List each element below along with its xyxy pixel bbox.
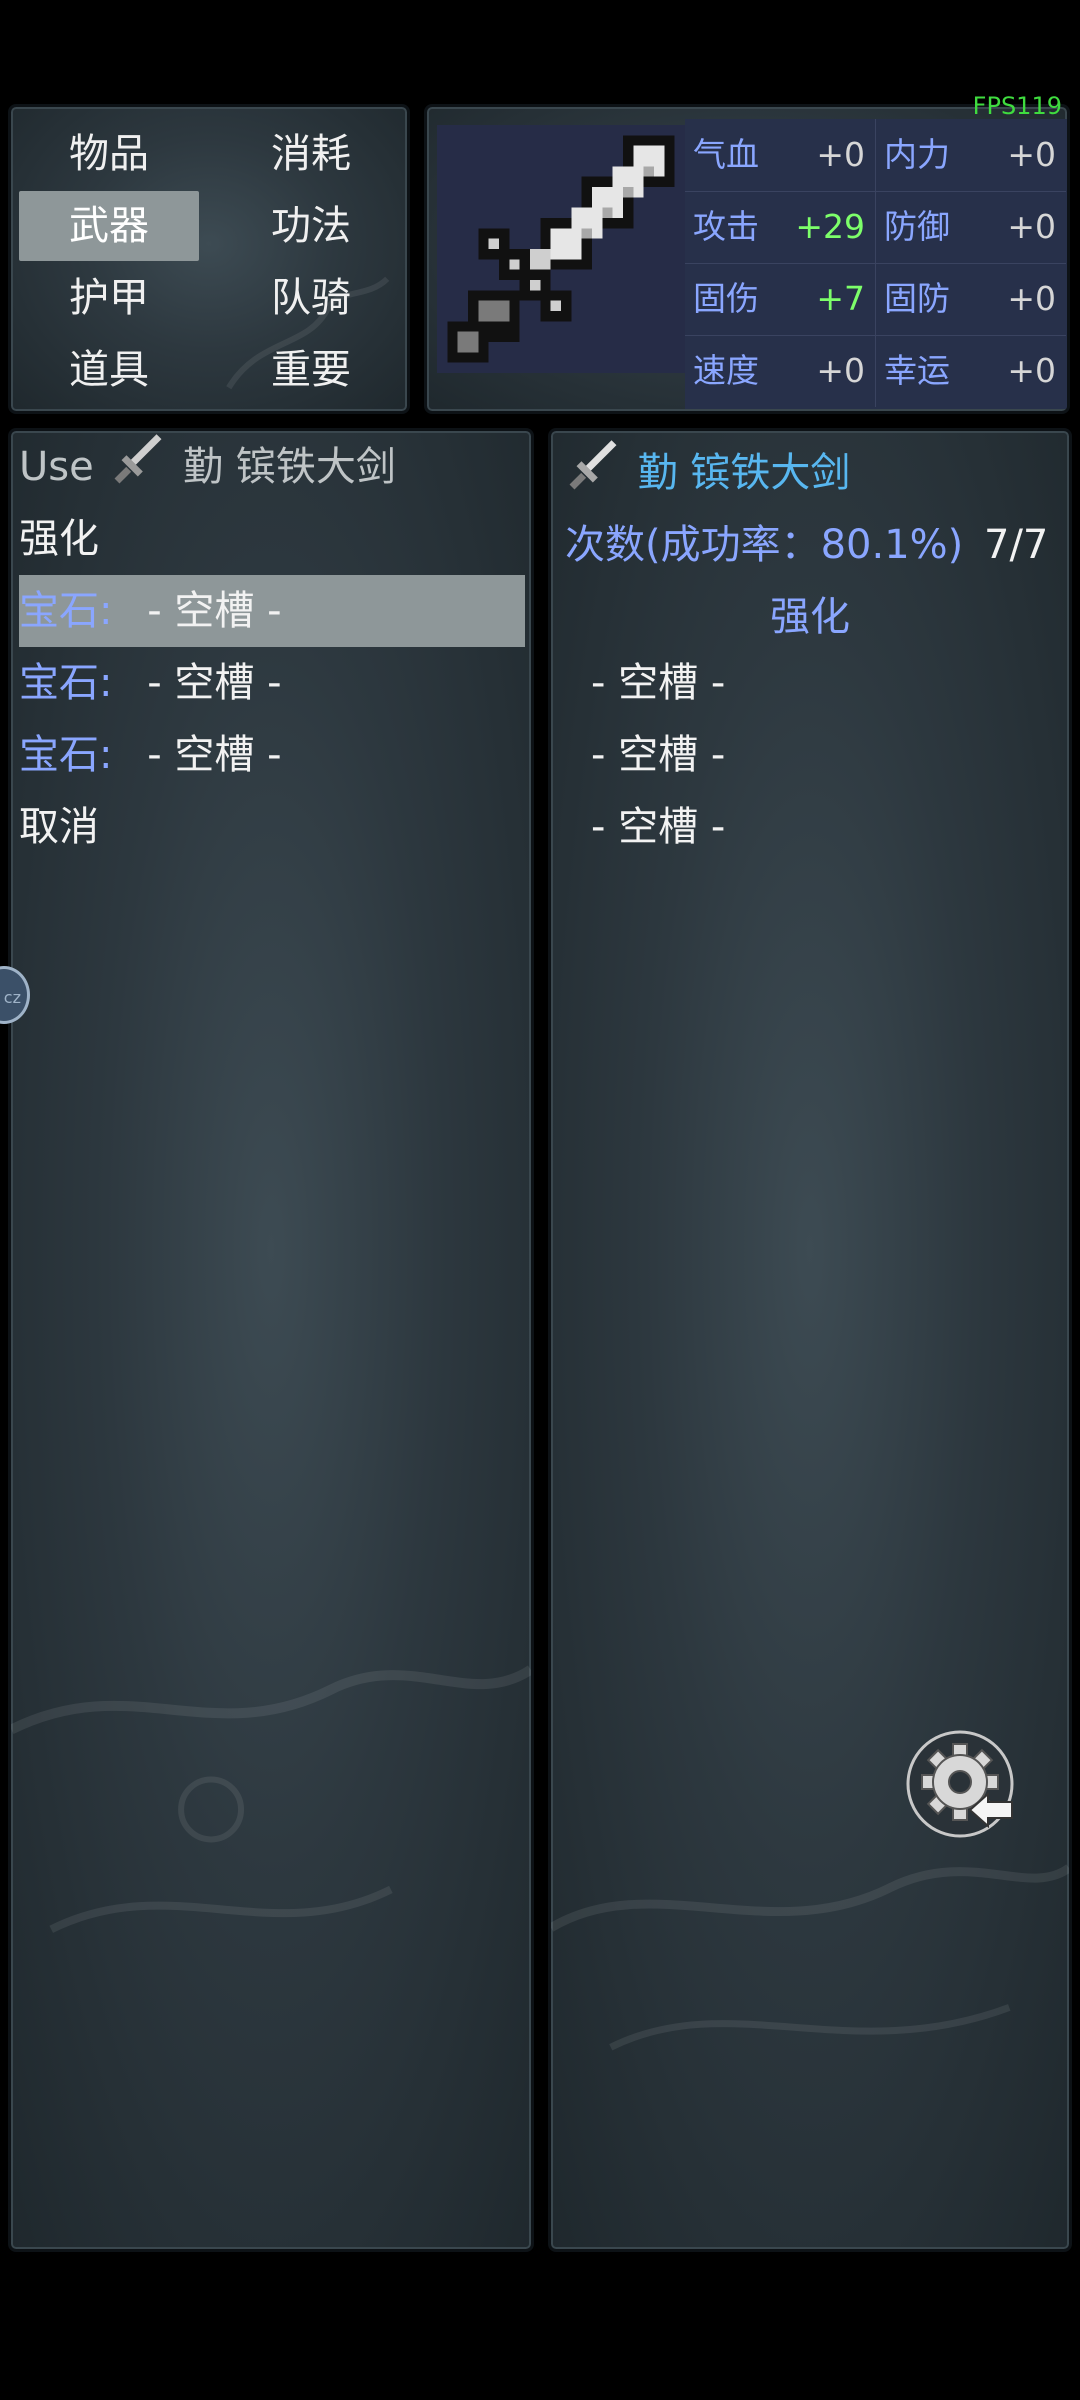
category-item[interactable]: 重要: [221, 335, 401, 405]
enhance-menu-panel: Use 勤 镔铁大剑 强化 宝石: - 空槽 - 宝石: - 空槽 - 宝石: …: [8, 428, 534, 2252]
stat-cell: 攻击 +29: [685, 191, 875, 264]
gem-slot-value: - 空槽 -: [147, 588, 282, 634]
sword-icon: [569, 440, 617, 490]
detail-section-title: 强化: [770, 594, 850, 640]
stat-label: 固伤: [693, 279, 759, 318]
category-item[interactable]: 功法: [221, 191, 401, 261]
stat-cell: 幸运 +0: [875, 335, 1066, 407]
item-detail-panel: 勤 镔铁大剑 次数(成功率：80.1%) 7/7 强化 - 空槽 - - 空槽 …: [548, 428, 1072, 2252]
stat-label: 攻击: [693, 207, 759, 246]
category-item[interactable]: 道具: [19, 335, 199, 405]
category-item[interactable]: 武器: [19, 191, 199, 261]
detail-item-name: 勤 镔铁大剑: [637, 450, 851, 496]
item-stats-panel: 气血 +0 内力 +0 攻击 +29 防御 +0 固伤 +7 固防 +0 速度 …: [424, 104, 1070, 414]
gem-slot-option[interactable]: 宝石: - 空槽 -: [19, 719, 282, 791]
category-label: 武器: [69, 203, 149, 249]
stat-cell: 内力 +0: [875, 119, 1066, 192]
category-label: 消耗: [271, 131, 351, 177]
stat-label: 内力: [884, 135, 950, 174]
stat-value: +0: [1007, 279, 1056, 318]
detail-slot: - 空槽 -: [591, 660, 726, 706]
category-item[interactable]: 消耗: [221, 119, 401, 189]
cancel-label: 取消: [19, 804, 99, 850]
floating-handle-label: cz: [3, 988, 21, 1007]
gem-label: 宝石:: [19, 660, 113, 706]
use-item-header: Use 勤 镔铁大剑: [19, 431, 396, 503]
sword-icon: [114, 434, 162, 484]
detail-item-title: 勤 镔铁大剑: [561, 437, 850, 509]
enhance-count-row: 次数(成功率：80.1%) 7/7: [565, 509, 1048, 581]
stat-value: +0: [816, 351, 865, 390]
use-item-name: 勤 镔铁大剑: [183, 444, 396, 490]
fps-counter: FPS119: [972, 92, 1062, 120]
category-label: 物品: [69, 131, 149, 177]
stat-label: 防御: [884, 207, 950, 246]
gem-slot-value: - 空槽 -: [147, 660, 282, 706]
enhance-label: 强化: [19, 516, 99, 562]
stat-cell: 速度 +0: [685, 335, 875, 407]
gem-slot-option[interactable]: 宝石: - 空槽 -: [19, 647, 282, 719]
gear-icon: [906, 1730, 1014, 1838]
stat-cell: 气血 +0: [685, 119, 875, 192]
stat-cell: 固防 +0: [875, 263, 1066, 336]
stat-label: 速度: [693, 351, 759, 390]
category-label: 护甲: [69, 275, 149, 321]
detail-slot: - 空槽 -: [591, 732, 726, 778]
stat-value: +0: [1007, 135, 1056, 174]
stat-label: 固防: [884, 279, 950, 318]
stat-label: 幸运: [884, 351, 950, 390]
sword-icon: [447, 135, 675, 363]
category-label: 队骑: [271, 275, 351, 321]
settings-button[interactable]: [900, 1728, 1026, 1846]
category-item[interactable]: 物品: [19, 119, 199, 189]
stat-value: +0: [1007, 207, 1056, 246]
weapon-preview: [437, 125, 685, 373]
category-item[interactable]: 护甲: [19, 263, 199, 333]
stat-value: +7: [816, 279, 865, 318]
use-label: Use: [19, 444, 94, 490]
stat-grid: 气血 +0 内力 +0 攻击 +29 防御 +0 固伤 +7 固防 +0 速度 …: [685, 119, 1067, 409]
stat-cell: 防御 +0: [875, 191, 1066, 264]
gem-slot-value: - 空槽 -: [147, 732, 282, 778]
stat-value: +29: [795, 207, 865, 246]
detail-slot: - 空槽 -: [591, 804, 726, 850]
category-label: 重要: [271, 347, 351, 393]
stat-value: +0: [816, 135, 865, 174]
stat-cell: 固伤 +7: [685, 263, 875, 336]
gem-slot-option[interactable]: 宝石: - 空槽 -: [19, 575, 525, 647]
stat-value: +0: [1007, 351, 1056, 390]
category-item[interactable]: 队骑: [221, 263, 401, 333]
enhance-count-label: 次数(成功率：80.1%): [565, 522, 964, 568]
gem-label: 宝石:: [19, 588, 113, 634]
gem-label: 宝石:: [19, 732, 113, 778]
stat-label: 气血: [693, 135, 759, 174]
enhance-option[interactable]: 强化: [19, 503, 99, 575]
enhance-count-value: 7/7: [984, 522, 1049, 568]
category-panel: 物品 消耗 武器 功法 护甲 队骑 道具 重要: [8, 104, 410, 414]
category-label: 功法: [271, 203, 351, 249]
cancel-option[interactable]: 取消: [19, 791, 99, 863]
category-label: 道具: [69, 347, 149, 393]
